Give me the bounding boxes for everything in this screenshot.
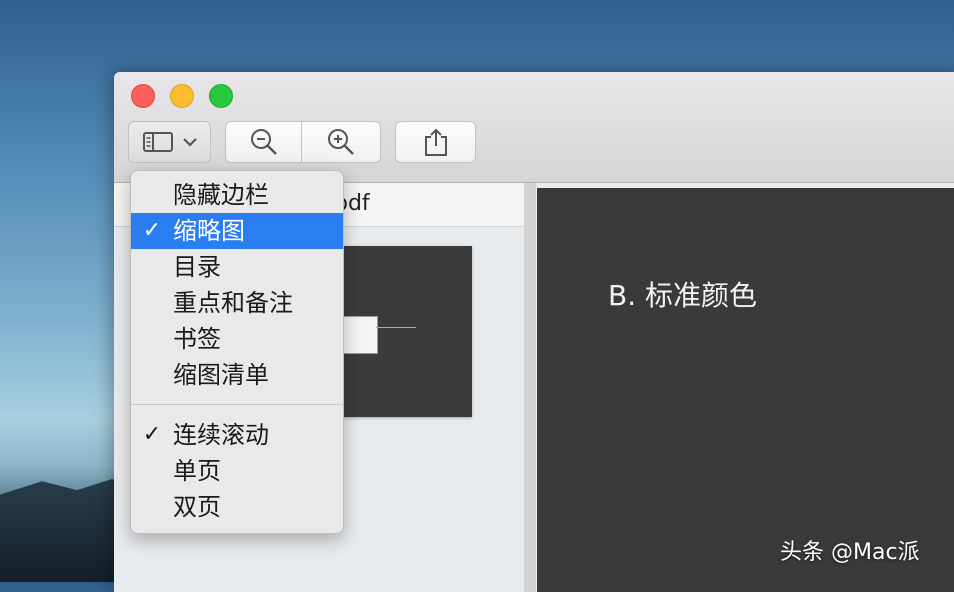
watermark-text: 头条 @Mac派: [780, 540, 920, 565]
thumbnail-line: [376, 327, 416, 328]
menu-item-label: 目录: [173, 253, 221, 281]
thumbnail-content-box: [342, 316, 378, 354]
menu-item-highlights-notes[interactable]: 重点和备注: [131, 285, 343, 321]
zoom-window-button[interactable]: [209, 84, 233, 108]
menu-item-label: 书签: [173, 325, 221, 353]
menu-item-table-of-contents[interactable]: 目录: [131, 249, 343, 285]
page-thumbnail[interactable]: [330, 246, 472, 417]
menu-item-hide-sidebar[interactable]: 隐藏边栏: [131, 177, 343, 213]
menu-item-thumbnails[interactable]: ✓ 缩略图: [131, 213, 343, 249]
checkmark-icon: ✓: [142, 218, 162, 243]
sidebar-icon: [142, 132, 173, 152]
zoom-out-button[interactable]: [225, 121, 302, 163]
menu-item-label: 缩略图: [173, 217, 245, 245]
menu-item-label: 单页: [173, 457, 221, 485]
menu-item-label: 隐藏边栏: [173, 181, 269, 209]
share-button[interactable]: [395, 121, 476, 163]
sidebar-divider[interactable]: [524, 183, 536, 592]
zoom-in-icon: [328, 129, 354, 155]
minimize-button[interactable]: [170, 84, 194, 108]
menu-item-single-page[interactable]: 单页: [131, 453, 343, 489]
menu-item-two-pages[interactable]: 双页: [131, 489, 343, 525]
zoom-out-icon: [250, 129, 277, 155]
sidebar-view-menu: 隐藏边栏 ✓ 缩略图 目录 重点和备注 书签 缩图清单 ✓ 连续滚动 单页 双页: [130, 170, 344, 534]
document-page: B. 标准颜色: [537, 188, 954, 592]
menu-item-label: 缩图清单: [173, 361, 269, 389]
sidebar-toggle-button[interactable]: [128, 121, 211, 163]
menu-item-label: 重点和备注: [173, 289, 293, 317]
titlebar: [114, 72, 954, 183]
menu-item-label: 连续滚动: [173, 421, 269, 449]
menu-item-contact-sheet[interactable]: 缩图清单: [131, 357, 343, 393]
menu-item-bookmarks[interactable]: 书签: [131, 321, 343, 357]
checkmark-icon: ✓: [142, 422, 162, 447]
share-icon: [424, 128, 447, 156]
menu-item-continuous-scroll[interactable]: ✓ 连续滚动: [131, 417, 343, 453]
page-heading: B. 标准颜色: [608, 279, 758, 312]
close-button[interactable]: [131, 84, 155, 108]
menu-separator: [131, 404, 343, 405]
zoom-in-button[interactable]: [302, 121, 381, 163]
menu-item-label: 双页: [173, 493, 221, 521]
chevron-down-icon: [182, 138, 197, 147]
